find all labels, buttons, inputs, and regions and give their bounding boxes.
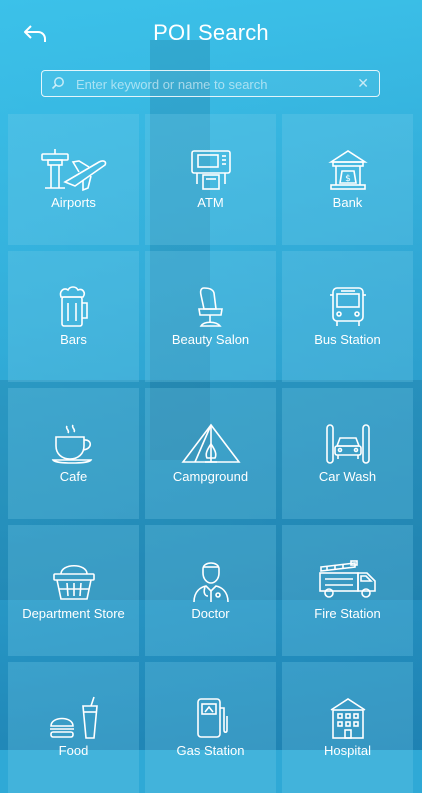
search-input[interactable]: [74, 72, 348, 96]
tent-icon: [180, 423, 241, 463]
category-label: Hospital: [324, 743, 371, 758]
svg-text:$: $: [345, 174, 351, 184]
category-department-store[interactable]: Department Store: [8, 525, 139, 656]
header: POI Search: [0, 0, 422, 62]
category-atm[interactable]: ATM: [145, 114, 276, 245]
category-fire-station[interactable]: Fire Station: [282, 525, 413, 656]
category-hospital[interactable]: Hospital: [282, 662, 413, 793]
category-label: Bus Station: [314, 332, 381, 347]
category-label: Gas Station: [176, 743, 245, 758]
category-label: Cafe: [59, 469, 88, 484]
category-beauty-salon[interactable]: Beauty Salon: [145, 251, 276, 382]
bank-icon: $: [327, 150, 368, 190]
category-gas-station[interactable]: Gas Station: [145, 662, 276, 793]
category-label: Doctor: [191, 606, 230, 621]
doctor-icon: [192, 562, 229, 603]
category-bus-station[interactable]: Bus Station: [282, 251, 413, 382]
category-label: Car Wash: [318, 469, 377, 484]
category-label: Department Store: [22, 606, 125, 621]
category-label: Fire Station: [314, 606, 381, 621]
search-icon: [51, 77, 64, 90]
category-label: Food: [58, 743, 89, 758]
fire-truck-icon: [318, 560, 376, 598]
atm-icon: [190, 150, 231, 190]
salon-chair-icon: [197, 287, 223, 327]
category-cafe[interactable]: Cafe: [8, 388, 139, 519]
category-bank[interactable]: $ Bank: [282, 114, 413, 245]
search-bar: ✕: [41, 70, 380, 97]
category-airports[interactable]: Airports: [8, 114, 139, 245]
page-title: POI Search: [153, 20, 269, 45]
gas-pump-icon: [196, 698, 228, 738]
category-label: Airports: [51, 195, 96, 210]
category-label: Bank: [332, 195, 363, 210]
airport-icon: [40, 149, 106, 192]
basket-icon: [52, 564, 95, 600]
category-label: Beauty Salon: [171, 332, 250, 347]
category-bars[interactable]: Bars: [8, 251, 139, 382]
hospital-icon: [330, 698, 365, 739]
category-car-wash[interactable]: Car Wash: [282, 388, 413, 519]
category-campground[interactable]: Campground: [145, 388, 276, 519]
category-doctor[interactable]: Doctor: [145, 525, 276, 656]
category-label: Campground: [172, 469, 249, 484]
category-label: Bars: [60, 332, 87, 347]
clear-search-icon[interactable]: ✕: [357, 74, 369, 92]
beer-mug-icon: [59, 286, 88, 327]
category-food[interactable]: Food: [8, 662, 139, 793]
food-icon: [49, 696, 98, 739]
coffee-cup-icon: [51, 424, 92, 464]
poi-category-grid: Airports ATM $ Bank Bars Beauty Salon Bu…: [8, 114, 413, 793]
category-label: ATM: [197, 195, 224, 210]
bus-icon: [329, 287, 366, 326]
car-wash-icon: [325, 424, 370, 464]
